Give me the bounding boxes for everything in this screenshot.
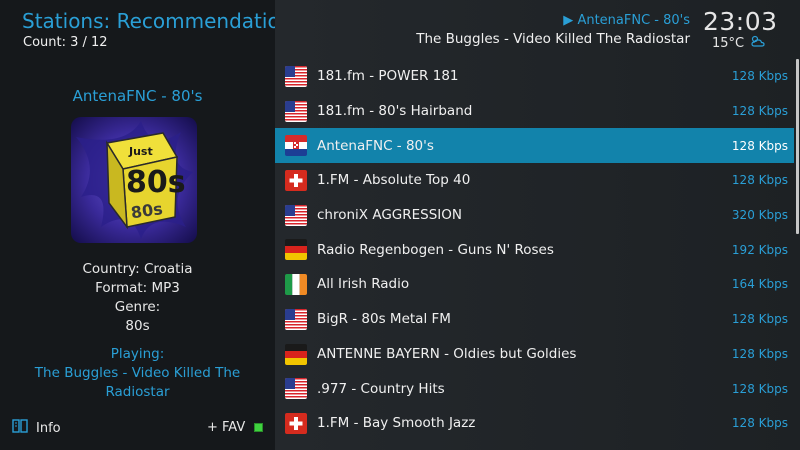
item-count: Count: 3 / 12 — [23, 35, 108, 50]
flag-ch-icon — [285, 170, 307, 192]
flag-hr-icon — [285, 135, 307, 157]
station-bitrate: 320 Kbps — [731, 208, 788, 223]
genre-label: Genre: — [114, 299, 161, 315]
station-name: chroniX AGGRESSION — [317, 207, 463, 224]
station-bitrate: 128 Kbps — [731, 104, 788, 119]
station-name: All Irish Radio — [317, 276, 410, 293]
selected-station-title: AntenaFNC - 80's — [72, 87, 203, 105]
genre-value: 80s — [125, 318, 150, 334]
station-row[interactable]: All Irish Radio 164 Kbps — [275, 267, 794, 302]
station-row[interactable]: ANTENNE BAYERN - Oldies but Goldies 128 K… — [275, 337, 794, 372]
temperature: 15°C — [712, 35, 745, 51]
station-bitrate: 128 Kbps — [731, 138, 788, 153]
station-name: Radio Regenbogen - Guns N' Roses — [317, 241, 554, 258]
station-row[interactable]: 181.fm - POWER 181 128 Kbps — [275, 59, 794, 94]
station-row[interactable]: AntenaFNC - 80's 128 Kbps — [275, 128, 794, 164]
playing-label: Playing: — [110, 346, 165, 362]
flag-us-icon — [285, 378, 307, 400]
flag-ch-icon — [285, 412, 307, 434]
station-details: Country: Croatia Format: MP3 Genre: 80s — [0, 260, 275, 336]
fav-indicator-icon — [254, 423, 264, 432]
now-playing-station: ▶ AntenaFNC - 80's — [563, 13, 690, 28]
station-name: 181.fm - POWER 181 — [317, 68, 459, 85]
station-row[interactable]: Radio Regenbogen - Guns N' Roses 192 Kbps — [275, 232, 794, 267]
flag-us-icon — [285, 308, 307, 330]
partly-cloudy-icon — [750, 35, 766, 51]
flag-de-icon — [285, 343, 307, 365]
station-bitrate: 128 Kbps — [731, 173, 788, 188]
station-name: ANTENNE BAYERN - Oldies but Goldies — [317, 345, 577, 362]
playing-info: Playing: The Buggles - Video Killed The … — [30, 345, 245, 402]
now-playing-station-name: AntenaFNC - 80's — [577, 13, 690, 28]
station-bitrate: 192 Kbps — [731, 242, 788, 257]
station-name: AntenaFNC - 80's — [317, 137, 434, 154]
flag-ie-icon — [285, 274, 307, 296]
playing-track: The Buggles - Video Killed The Radiostar — [34, 365, 241, 400]
list-scrollbar[interactable] — [796, 59, 799, 234]
station-bitrate: 164 Kbps — [731, 277, 788, 292]
format-label: Format: MP3 — [95, 280, 180, 296]
station-artwork: Just 80s 80s — [71, 117, 197, 243]
station-name: BigR - 80s Metal FM — [317, 311, 451, 328]
station-row[interactable]: chroniX AGGRESSION 320 Kbps — [275, 198, 794, 233]
weather: 15°C — [712, 35, 766, 51]
now-playing-track: The Buggles - Video Killed The Radiostar — [416, 31, 690, 47]
info-panel: Stations: Recommendations Count: 3 / 12 … — [0, 0, 303, 450]
station-row[interactable]: BigR - 80s Metal FM 128 Kbps — [275, 302, 794, 337]
flag-us-icon — [285, 204, 307, 226]
station-row[interactable]: .977 - Country Hits 128 Kbps — [275, 371, 794, 406]
info-icon — [12, 419, 28, 437]
station-row[interactable]: 1.FM - Bay Smooth Jazz 128 Kbps — [275, 406, 794, 441]
station-name: 181.fm - 80's Hairband — [317, 103, 473, 120]
country-label: Country: Croatia — [82, 261, 193, 277]
clock: 23:03 — [703, 7, 778, 36]
flag-de-icon — [285, 239, 307, 261]
station-row[interactable]: 1.FM - Absolute Top 40 128 Kbps — [275, 163, 794, 198]
station-list: 181.fm - POWER 181 128 Kbps 181.fm - 80's … — [275, 59, 794, 441]
play-icon: ▶ — [563, 13, 574, 28]
flag-us-icon — [285, 66, 307, 87]
page-title: Stations: Recommendations — [22, 9, 303, 33]
station-bitrate: 128 Kbps — [731, 69, 788, 84]
station-bitrate: 128 Kbps — [731, 381, 788, 396]
art-text-main: 80s — [126, 165, 186, 200]
info-button[interactable]: Info — [12, 419, 61, 437]
art-text-top: Just — [128, 145, 153, 158]
info-label: Info — [36, 420, 61, 436]
station-bitrate: 128 Kbps — [731, 312, 788, 327]
fav-label: + FAV — [207, 420, 246, 435]
flag-us-icon — [285, 100, 307, 122]
station-bitrate: 128 Kbps — [731, 416, 788, 431]
station-row[interactable]: 181.fm - 80's Hairband 128 Kbps — [275, 94, 794, 129]
station-name: 1.FM - Absolute Top 40 — [317, 172, 471, 189]
station-bitrate: 128 Kbps — [731, 346, 788, 361]
add-favourite-button[interactable]: + FAV — [207, 420, 264, 435]
station-name: 1.FM - Bay Smooth Jazz — [317, 415, 476, 432]
station-name: .977 - Country Hits — [317, 380, 445, 397]
